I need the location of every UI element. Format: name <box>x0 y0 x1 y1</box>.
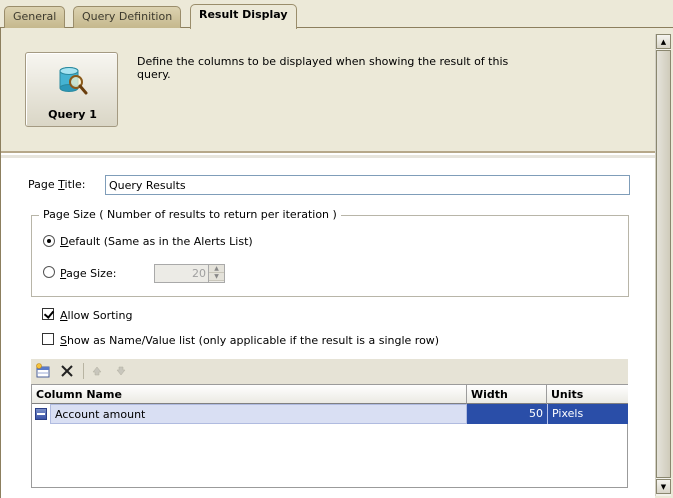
query-magnifier-icon <box>59 67 88 95</box>
name-value-label[interactable]: Show as Name/Value list (only applicable… <box>60 334 439 347</box>
spinner-down-icon[interactable]: ▼ <box>209 273 224 281</box>
column-header-width[interactable]: Width <box>467 385 547 404</box>
cell-column-name[interactable]: Account amount <box>50 404 467 424</box>
default-page-size-label[interactable]: Default (Same as in the Alerts List) <box>60 235 253 248</box>
scrollbar-thumb[interactable] <box>656 50 671 478</box>
page-size-group <box>31 215 629 297</box>
name-value-checkbox[interactable] <box>42 333 54 345</box>
page-size-group-label: Page Size ( Number of results to return … <box>39 208 341 221</box>
toolbar-separator <box>83 363 84 379</box>
allow-sorting-label[interactable]: Allow Sorting <box>60 309 132 322</box>
custom-page-size-label[interactable]: Page Size: <box>60 267 116 280</box>
delete-column-icon[interactable] <box>59 363 75 379</box>
result-display-panel: Query 1 Define the columns to be display… <box>0 28 655 498</box>
page-title-input[interactable] <box>105 175 630 195</box>
spinner-buttons: ▲ ▼ <box>208 265 224 282</box>
tab-result-display[interactable]: Result Display <box>190 4 297 29</box>
add-column-icon[interactable] <box>35 363 51 379</box>
move-up-icon[interactable] <box>89 363 105 379</box>
panel-header: Query 1 Define the columns to be display… <box>1 28 655 153</box>
tab-query-definition[interactable]: Query Definition <box>73 6 182 28</box>
query-name-label: Query 1 <box>48 108 97 121</box>
allow-sorting-checkbox[interactable] <box>42 308 54 320</box>
query-icon-button[interactable]: Query 1 <box>25 52 118 127</box>
cell-width[interactable]: 50 <box>467 404 547 424</box>
column-header-units[interactable]: Units <box>547 385 628 404</box>
tab-bar: General Query Definition Result Display <box>0 0 673 29</box>
column-header-name[interactable]: Column Name <box>32 385 467 404</box>
cell-units[interactable]: Pixels <box>547 404 628 424</box>
spinner-up-icon[interactable]: ▲ <box>209 265 224 273</box>
columns-table: Column Name Width Units Account amount 5… <box>31 384 628 488</box>
vertical-scrollbar[interactable]: ▲ ▼ <box>655 34 671 496</box>
columns-toolbar <box>31 359 628 384</box>
move-down-icon[interactable] <box>113 363 129 379</box>
scroll-down-icon[interactable]: ▼ <box>656 479 671 494</box>
row-indicator-icon <box>35 408 47 420</box>
header-divider <box>1 155 655 158</box>
tab-general[interactable]: General <box>4 6 66 28</box>
page-size-spinner[interactable]: 20 ▲ ▼ <box>154 264 225 283</box>
page-title-label: Page Title: <box>28 178 86 191</box>
custom-page-size-radio[interactable] <box>43 266 55 278</box>
default-page-size-radio[interactable] <box>43 235 55 247</box>
page-size-value: 20 <box>192 267 206 280</box>
scroll-up-icon[interactable]: ▲ <box>656 34 671 49</box>
description-text: Define the columns to be displayed when … <box>137 55 509 81</box>
